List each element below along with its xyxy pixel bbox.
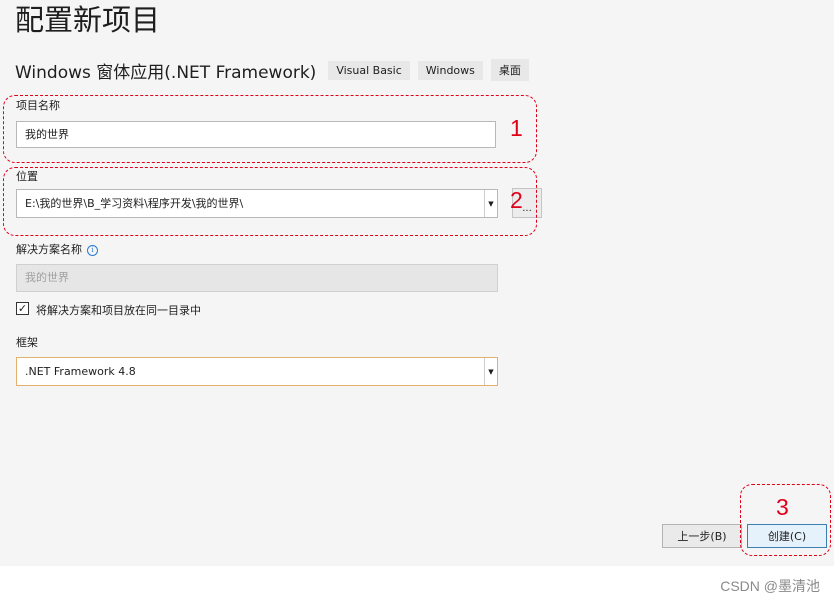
annotation-number-3: 3 [776, 494, 789, 520]
watermark: CSDN @墨清池 [720, 578, 820, 594]
tag-platform: Windows [417, 60, 483, 80]
same-directory-label: 将解决方案和项目放在同一目录中 [36, 304, 201, 317]
info-icon[interactable]: i [87, 244, 98, 256]
framework-value: .NET Framework 4.8 [25, 365, 136, 378]
template-name: Windows 窗体应用(.NET Framework) [15, 62, 317, 83]
annotation-box-2 [3, 167, 537, 236]
back-button[interactable]: 上一步(B) [662, 524, 742, 548]
solution-name-label: 解决方案名称 i [16, 241, 98, 257]
solution-name-label-text: 解决方案名称 [16, 243, 82, 256]
framework-label: 框架 [16, 336, 38, 349]
annotation-box-1 [3, 95, 537, 163]
same-directory-checkbox[interactable]: ✓ [16, 302, 29, 315]
template-info-row: Windows 窗体应用(.NET Framework) Visual Basi… [15, 58, 537, 83]
tag-language: Visual Basic [328, 60, 410, 80]
chevron-down-icon[interactable]: ▼ [484, 358, 497, 385]
tag-project-type: 桌面 [490, 59, 529, 81]
framework-combobox[interactable]: .NET Framework 4.8 ▼ [16, 357, 498, 386]
page-title: 配置新项目 [15, 3, 161, 37]
annotation-number-2: 2 [510, 187, 523, 213]
solution-name-input[interactable]: 我的世界 [16, 264, 498, 292]
annotation-number-1: 1 [510, 115, 523, 141]
